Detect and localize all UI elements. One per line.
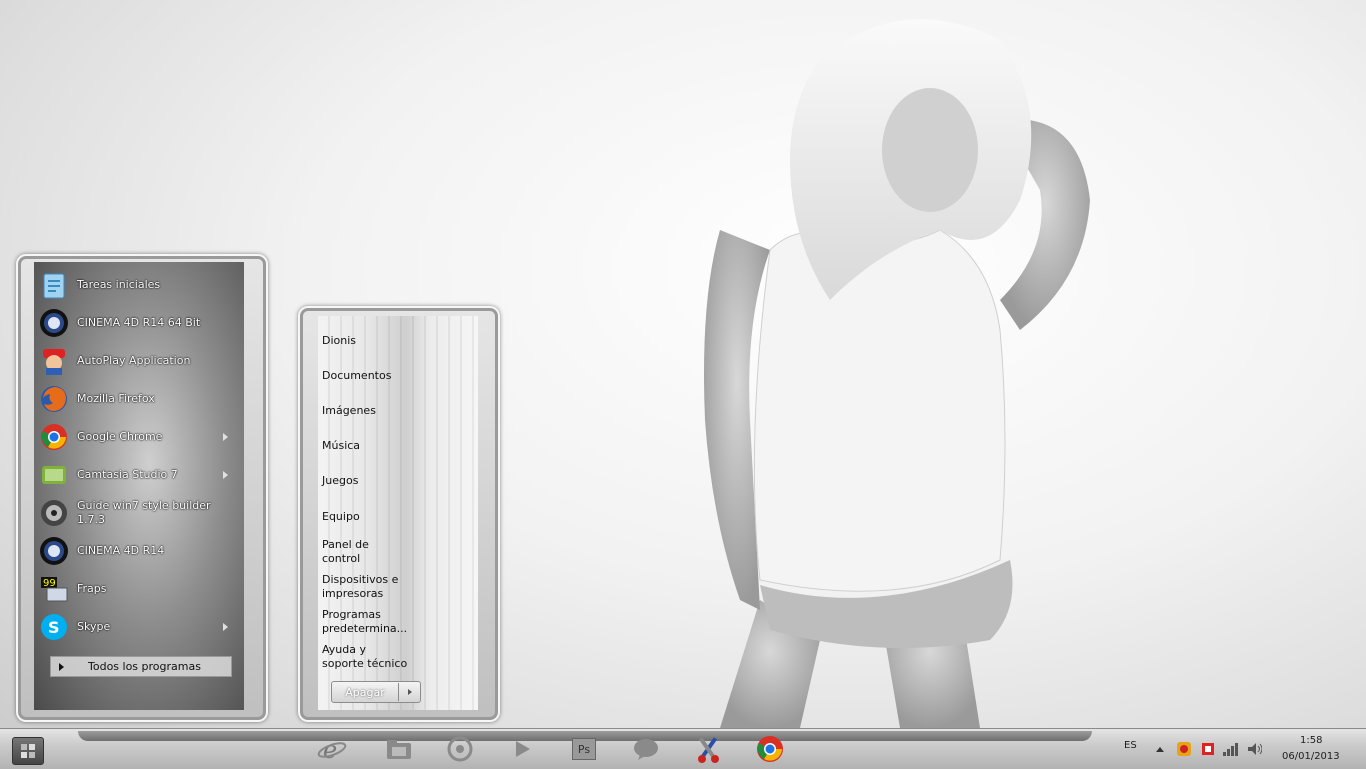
- media-player-icon[interactable]: [506, 734, 538, 764]
- chrome-icon[interactable]: [754, 734, 786, 764]
- antivirus-icon[interactable]: [1176, 741, 1192, 757]
- program-item-cinema4d[interactable]: CINEMA 4D R14: [36, 532, 242, 570]
- program-item-tareas-iniciales[interactable]: Tareas iniciales: [36, 266, 242, 304]
- chat-bubble-icon[interactable]: [630, 734, 662, 764]
- place-label: Juegos: [322, 474, 359, 488]
- media-center-icon[interactable]: [444, 734, 476, 764]
- program-item-chrome[interactable]: Google Chrome: [36, 418, 242, 456]
- clock-date[interactable]: 06/01/2013: [1282, 751, 1340, 762]
- shutdown-button[interactable]: Apagar: [332, 686, 398, 699]
- place-ayuda[interactable]: Ayuda y soporte técnico: [322, 640, 472, 675]
- place-equipo[interactable]: Equipo: [322, 499, 472, 534]
- place-label: Documentos: [322, 368, 392, 382]
- program-label: Guide win7 style builder 1.7.3: [77, 499, 211, 526]
- photoshop-label: Ps: [572, 738, 596, 760]
- all-programs-label: Todos los programas: [88, 660, 201, 673]
- style-builder-icon: [38, 497, 70, 529]
- network-signal-icon[interactable]: [1222, 741, 1238, 757]
- place-imagenes[interactable]: Imágenes: [322, 393, 472, 428]
- place-documentos[interactable]: Documentos: [322, 358, 472, 393]
- show-hidden-icons-icon[interactable]: [1152, 741, 1168, 757]
- place-label: Música: [322, 439, 361, 453]
- program-label: Skype: [77, 620, 111, 633]
- program-item-skype[interactable]: S Skype: [36, 608, 242, 646]
- program-item-cinema4d-64[interactable]: CINEMA 4D R14 64 Bit: [36, 304, 242, 342]
- submenu-arrow-icon[interactable]: [223, 471, 228, 479]
- program-list: Tareas iniciales CINEMA 4D R14 64 Bit Au…: [36, 266, 242, 646]
- shutdown-options-button[interactable]: [399, 689, 420, 695]
- place-programas-predeterminados[interactable]: Programas predetermina...: [322, 605, 472, 640]
- program-label: Fraps: [77, 582, 107, 595]
- shutdown-button-group: Apagar: [331, 681, 421, 703]
- all-programs-button[interactable]: Todos los programas: [50, 656, 232, 677]
- program-label: AutoPlay Application: [77, 354, 191, 367]
- svg-text:99: 99: [43, 578, 56, 589]
- windows-logo-icon: [21, 744, 35, 758]
- program-label: CINEMA 4D R14 64 Bit: [77, 316, 201, 329]
- place-label: Equipo: [322, 509, 360, 523]
- photoshop-icon[interactable]: Ps: [568, 734, 600, 764]
- clock-time[interactable]: 1:58: [1300, 735, 1322, 746]
- place-dispositivos[interactable]: Dispositivos e impresoras: [322, 569, 472, 604]
- mario-icon: [38, 345, 70, 377]
- submenu-arrow-icon[interactable]: [223, 433, 228, 441]
- program-item-fraps[interactable]: 99 Fraps: [36, 570, 242, 608]
- program-item-style-builder[interactable]: Guide win7 style builder 1.7.3: [36, 494, 242, 532]
- language-indicator[interactable]: ES: [1124, 740, 1137, 751]
- place-juegos[interactable]: Juegos: [322, 464, 472, 499]
- file-explorer-icon[interactable]: [383, 734, 415, 764]
- firefox-icon: [38, 383, 70, 415]
- volume-icon[interactable]: [1246, 741, 1262, 757]
- place-label: Imágenes: [322, 403, 376, 417]
- chevron-right-icon: [407, 689, 412, 695]
- tools-icon[interactable]: [692, 734, 724, 764]
- fraps-icon: 99: [38, 573, 70, 605]
- program-label: Google Chrome: [77, 430, 163, 443]
- place-label: Dionis: [322, 333, 357, 347]
- program-label: Camtasia Studio 7: [77, 468, 178, 481]
- program-label: Tareas iniciales: [77, 278, 161, 291]
- program-item-firefox[interactable]: Mozilla Firefox: [36, 380, 242, 418]
- camtasia-icon: [38, 459, 70, 491]
- place-dionis[interactable]: Dionis: [322, 323, 472, 358]
- places-list: Dionis Documentos Imágenes Música Juegos…: [322, 323, 472, 675]
- place-musica[interactable]: Música: [322, 429, 472, 464]
- arrow-right-icon: [59, 662, 64, 671]
- place-label: Dispositivos e impresoras: [322, 572, 399, 600]
- svg-text:e: e: [323, 736, 337, 763]
- start-button[interactable]: [12, 737, 44, 765]
- chrome-icon: [38, 421, 70, 453]
- place-label: Ayuda y soporte técnico: [322, 643, 408, 671]
- cinema4d-icon: [38, 307, 70, 339]
- place-label: Programas predetermina...: [322, 608, 408, 636]
- program-item-camtasia[interactable]: Camtasia Studio 7: [36, 456, 242, 494]
- program-label: Mozilla Firefox: [77, 392, 155, 405]
- svg-text:S: S: [48, 618, 60, 637]
- skype-icon: S: [38, 611, 70, 643]
- internet-explorer-icon[interactable]: e: [316, 734, 348, 764]
- place-panel-de-control[interactable]: Panel de control: [322, 534, 472, 569]
- security-flag-icon[interactable]: [1200, 741, 1216, 757]
- getting-started-icon: [38, 269, 70, 301]
- program-label: CINEMA 4D R14: [77, 544, 165, 557]
- program-item-autoplay[interactable]: AutoPlay Application: [36, 342, 242, 380]
- cinema4d-icon: [38, 535, 70, 567]
- place-label: Panel de control: [322, 537, 369, 565]
- submenu-arrow-icon[interactable]: [223, 623, 228, 631]
